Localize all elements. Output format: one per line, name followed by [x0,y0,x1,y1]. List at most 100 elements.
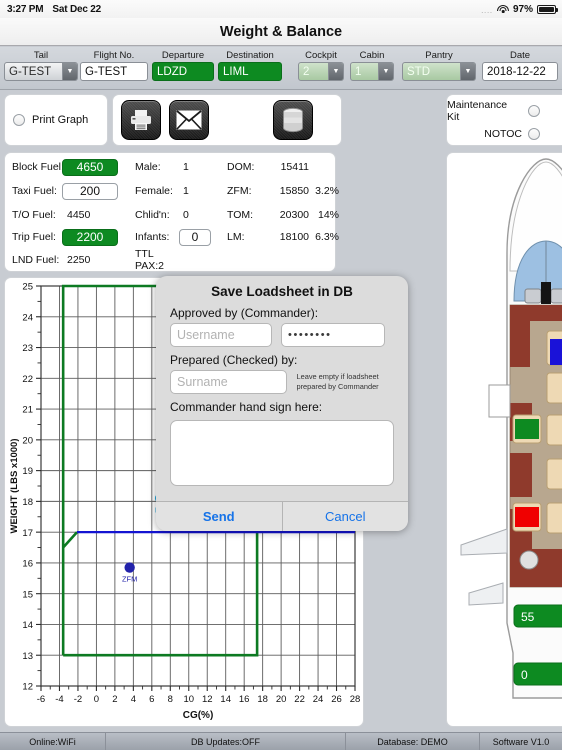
galley-left [510,321,530,367]
status-date: Sat Dec 22 [52,3,101,15]
y-tick-label: 15 [22,589,33,600]
wifi-icon [496,4,509,14]
nav-bar: Weight & Balance [0,18,562,46]
seat-r3[interactable] [546,414,562,446]
cabin-value: 1 [355,65,362,78]
date-input[interactable]: 2018-12-22 [482,62,558,81]
password-input[interactable]: •••••••• [281,323,385,347]
flight-form-bar: Tail G-TEST ▼ Flight No. G-TEST Departur… [0,47,562,90]
chevron-down-icon[interactable]: ▼ [62,63,77,80]
departure-value: LDZD [157,65,188,78]
tail-select[interactable]: G-TEST ▼ [4,62,78,81]
infants-input[interactable]: 0 [179,228,211,246]
hint-line-2: prepared by Commander [296,381,379,391]
tail-label: Tail [33,50,49,61]
status-online: Online:WiFi [0,733,106,750]
y-tick-label: 19 [22,466,33,477]
x-tick-label: 22 [294,694,305,705]
aircraft-diagram[interactable]: 55 0 [447,153,562,726]
taxi-fuel-input[interactable]: 200 [62,182,118,200]
x-tick-label: 10 [183,694,194,705]
chevron-down-icon[interactable]: ▼ [378,63,393,80]
signal-dots-icon: .... [481,7,493,15]
lavatory-icon [519,550,539,570]
notoc-checkbox[interactable] [528,128,540,140]
email-button[interactable] [169,100,209,140]
departure-input[interactable]: LDZD [152,62,214,81]
x-tick-label: 26 [331,694,342,705]
cockpit-select[interactable]: 2 ▼ [298,62,344,81]
cabin-door[interactable] [488,384,511,418]
tom-pct: 14% [317,209,339,221]
trip-fuel-value[interactable]: 2200 [62,228,118,246]
x-tick-label: 12 [202,694,213,705]
print-graph-checkbox[interactable] [13,114,25,126]
surname-input[interactable]: Surname [170,370,288,394]
options-panel: Maintenance Kit NOTOC [446,94,562,146]
y-tick-label: 22 [22,374,33,385]
flight-no-value: G-TEST [85,65,128,78]
print-graph-panel: Print Graph [4,94,108,146]
pantry-select[interactable]: STD ▼ [402,62,476,81]
printer-icon [131,110,151,130]
data-point-label: ZFM [122,575,137,584]
x-tick-label: 14 [220,694,231,705]
lm-pct: 6.3% [315,231,339,243]
y-tick-label: 12 [22,682,33,693]
male-value: 1 [183,161,189,173]
x-tick-label: 8 [168,694,173,705]
dom-value: 15411 [280,161,309,173]
pilot-seat-left [524,288,542,304]
row-block-fuel: Block Fuel: 4650 Male: 1 DOM: 15411 [5,155,335,179]
status-db-updates: DB Updates:OFF [106,733,346,750]
cabin-select[interactable]: 1 ▼ [350,62,394,81]
maintenance-kit-checkbox[interactable] [528,105,540,117]
seat-r2[interactable] [546,372,562,404]
cancel-button[interactable]: Cancel [281,502,409,531]
database-button[interactable] [273,100,313,140]
pantry-value: STD [407,65,430,78]
field-cockpit: Cockpit 2 ▼ [298,50,344,81]
field-date: Date 2018-12-22 [482,50,558,81]
wing-left [460,528,508,556]
send-button[interactable]: Send [156,502,282,531]
zfm-value: 15850 [279,185,309,197]
action-buttons-panel [112,94,342,146]
x-tick-label: 16 [239,694,250,705]
blue-cargo-block[interactable] [550,339,562,365]
chevron-down-icon[interactable]: ▼ [460,63,475,80]
approved-by-label: Approved by (Commander): [170,306,319,320]
to-fuel-value: 4450 [67,209,91,221]
lnd-fuel-value: 2250 [67,254,91,266]
chevron-down-icon[interactable]: ▼ [328,63,343,80]
cabin-wall-left-2 [510,453,532,497]
battery-icon [537,4,558,14]
seat-r4[interactable] [546,458,562,490]
seat-r5[interactable] [546,502,562,534]
battery-percent: 97% [512,3,533,15]
notoc-label: NOTOC [484,128,522,140]
status-time: 3:27 PM [7,3,44,15]
signature-canvas[interactable] [170,420,394,486]
row-taxi-fuel: Taxi Fuel: 200 Female: 1 ZFM: 15850 3.2% [5,179,339,203]
destination-value: LIML [223,65,249,78]
print-graph-label: Print Graph [32,114,89,126]
destination-input[interactable]: LIML [218,62,282,81]
cockpit-value: 2 [303,65,310,78]
y-tick-label: 13 [22,651,33,662]
envelope-icon [176,110,202,130]
print-graph-row[interactable]: Print Graph [5,114,88,126]
print-button[interactable] [121,100,161,140]
red-seat-block[interactable] [515,507,539,527]
maintenance-kit-row[interactable]: Maintenance Kit [447,95,562,123]
child-label: Chlid'n: [135,209,170,221]
notoc-row[interactable]: NOTOC [447,121,562,147]
username-input[interactable]: Username [170,323,272,347]
green-seat-block[interactable] [515,419,539,439]
data-point[interactable] [124,562,135,573]
flight-no-input[interactable]: G-TEST [80,62,148,81]
x-tick-label: 24 [313,694,324,705]
block-fuel-value[interactable]: 4650 [62,158,118,176]
x-tick-label: 20 [276,694,287,705]
zfm-pct: 3.2% [315,185,339,197]
